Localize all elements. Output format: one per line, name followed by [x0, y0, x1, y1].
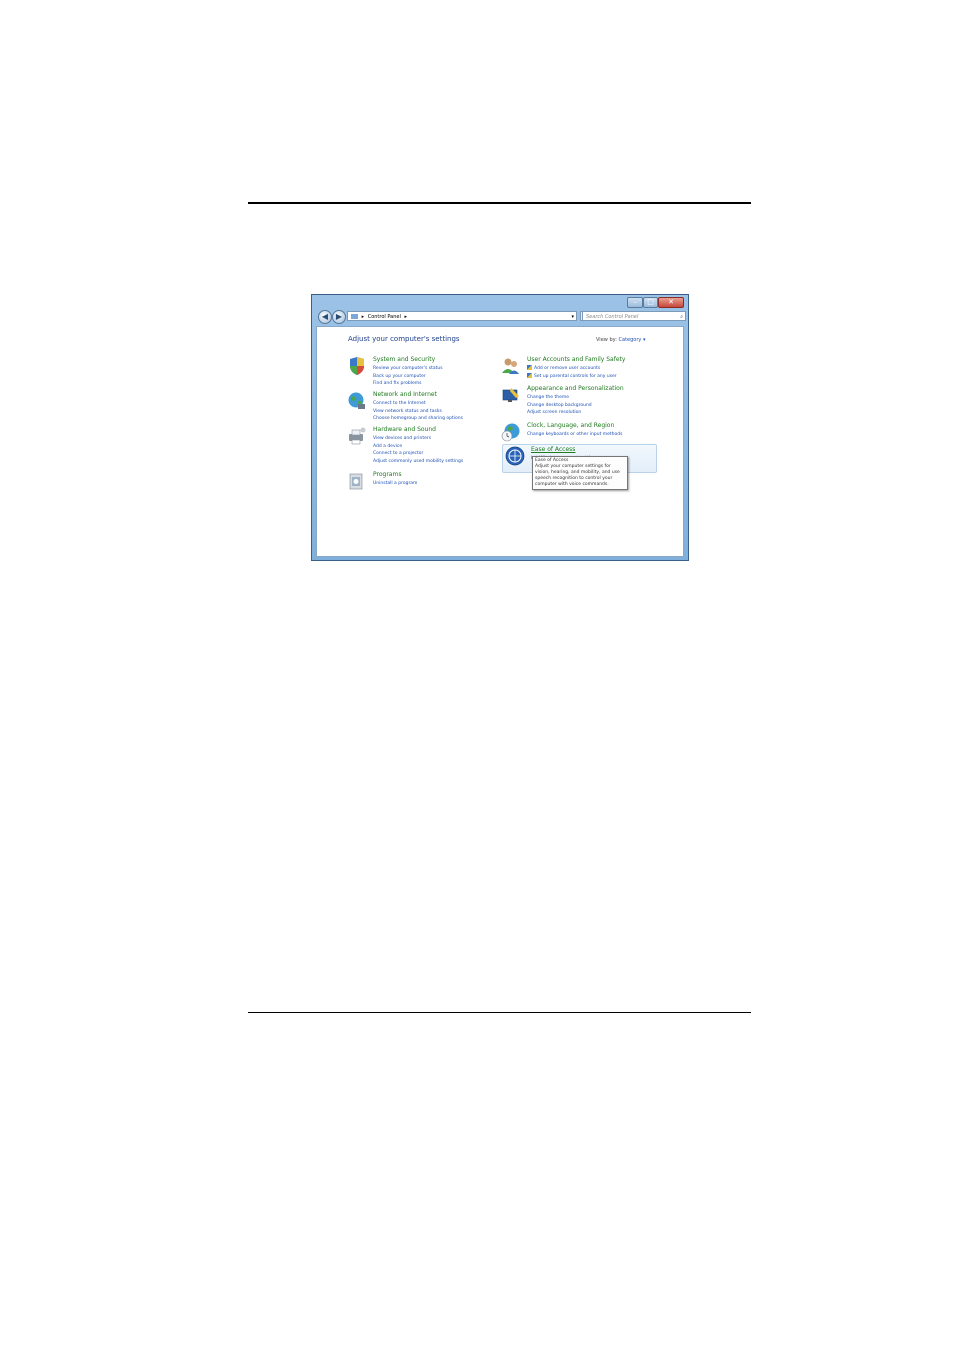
link-find-fix[interactable]: Find and fix problems	[373, 380, 443, 388]
link-homegroup[interactable]: Choose homegroup and sharing options	[373, 415, 463, 423]
link-connect-projector[interactable]: Connect to a projector	[373, 450, 463, 458]
users-icon	[502, 358, 519, 374]
address-dropdown-icon[interactable]: ▾	[571, 312, 574, 322]
link-parental-controls[interactable]: Set up parental controls for any user	[527, 372, 617, 381]
programs-icon	[349, 473, 363, 490]
ease-of-access-icon	[505, 446, 525, 466]
breadcrumb-control-panel[interactable]: Control Panel	[368, 314, 401, 320]
category-title[interactable]: Ease of Access	[531, 446, 575, 453]
category-title[interactable]: Appearance and Personalization	[527, 385, 624, 392]
link-desktop-background[interactable]: Change desktop background	[527, 402, 592, 410]
link-add-device[interactable]: Add a device	[373, 443, 463, 451]
link-keyboards-input[interactable]: Change keyboards or other input methods	[527, 431, 623, 439]
bottom-rule	[248, 1012, 751, 1013]
back-button[interactable]: ◀	[318, 310, 332, 324]
link-add-remove-accounts[interactable]: Add or remove user accounts	[527, 365, 617, 373]
shield-icon	[350, 357, 364, 375]
category-title[interactable]: Programs	[373, 471, 401, 478]
link-back-up[interactable]: Back up your computer	[373, 373, 443, 381]
control-panel-icon	[351, 314, 358, 319]
link-network-status[interactable]: View network status and tasks	[373, 408, 463, 416]
page-title: Adjust your computer's settings	[348, 335, 460, 343]
link-screen-resolution[interactable]: Adjust screen resolution	[527, 409, 592, 417]
appearance-icon	[502, 388, 519, 402]
ease-of-access-tooltip: Ease of Access Adjust your computer sett…	[532, 456, 628, 490]
view-by: View by: Category ▾	[596, 337, 645, 343]
navigation-bar: ◀ ▶ ▸ Control Panel ▸ ▾ ↻ Search Control…	[316, 309, 686, 325]
link-connect-internet[interactable]: Connect to the Internet	[373, 400, 463, 408]
address-bar[interactable]: ▸ Control Panel ▸ ▾	[347, 311, 577, 321]
search-icon[interactable]: ⌕	[680, 312, 683, 322]
link-devices-printers[interactable]: View devices and printers	[373, 435, 463, 443]
caption-buttons: – □ ✕	[627, 297, 684, 308]
breadcrumb-arrow[interactable]: ▸	[362, 314, 365, 320]
top-rule	[248, 202, 751, 204]
link-text: Set up parental controls for any user	[534, 373, 617, 379]
link-mobility-settings[interactable]: Adjust commonly used mobility settings	[373, 458, 463, 466]
link-uninstall-program[interactable]: Uninstall a program	[373, 480, 417, 488]
uac-shield-icon	[527, 372, 532, 378]
control-panel-window: – □ ✕ ◀ ▶ ▸ Control Panel ▸ ▾ ↻ Search C…	[311, 294, 689, 561]
tooltip-body: Adjust your computer settings for vision…	[535, 464, 620, 487]
maximize-button[interactable]: □	[643, 297, 658, 308]
search-input[interactable]: Search Control Panel ⌕	[582, 311, 686, 321]
network-globe-icon	[348, 392, 365, 409]
forward-button[interactable]: ▶	[332, 310, 346, 324]
clock-globe-icon	[501, 423, 520, 442]
search-placeholder: Search Control Panel	[586, 314, 639, 320]
link-review-status[interactable]: Review your computer's status	[373, 365, 443, 373]
content-pane: Adjust your computer's settings View by:…	[316, 326, 684, 557]
category-title[interactable]: User Accounts and Family Safety	[527, 356, 625, 363]
close-button[interactable]: ✕	[658, 297, 684, 308]
breadcrumb-arrow[interactable]: ▸	[404, 314, 407, 320]
category-title[interactable]: Hardware and Sound	[373, 426, 436, 433]
printer-icon	[349, 427, 366, 445]
view-by-label: View by:	[596, 337, 617, 343]
category-title[interactable]: Clock, Language, and Region	[527, 422, 614, 429]
category-title[interactable]: System and Security	[373, 356, 435, 363]
category-title[interactable]: Network and Internet	[373, 391, 437, 398]
view-by-dropdown[interactable]: Category ▾	[619, 337, 646, 343]
link-change-theme[interactable]: Change the theme	[527, 394, 592, 402]
link-text: Add or remove user accounts	[534, 366, 601, 371]
minimize-button[interactable]: –	[627, 297, 643, 308]
uac-shield-icon	[527, 365, 532, 370]
